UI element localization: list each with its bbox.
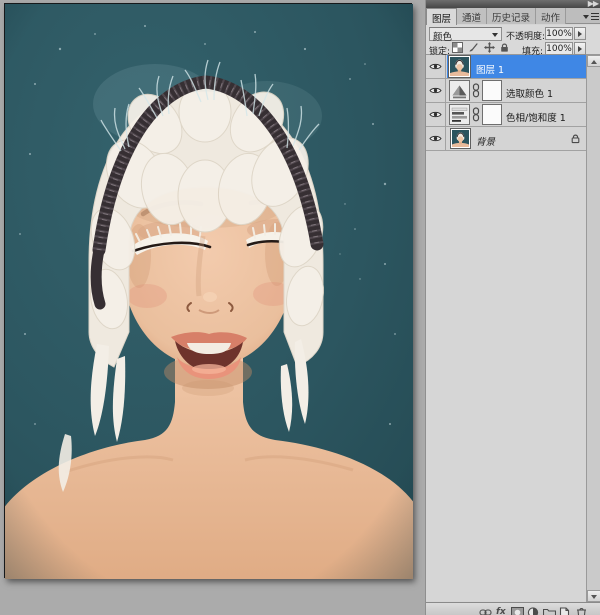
- lock-buttons: [452, 42, 513, 54]
- panel-group-header[interactable]: ▶▶: [426, 0, 600, 8]
- background-lock-icon: [571, 133, 580, 144]
- fill-value[interactable]: 100%: [545, 42, 573, 55]
- canvas-pasteboard: [0, 0, 425, 615]
- layer-name[interactable]: 色相/饱和度 1: [506, 110, 566, 124]
- new-adjustment-layer-icon[interactable]: [527, 607, 540, 615]
- link-mask-icon[interactable]: [472, 107, 480, 122]
- link-mask-icon[interactable]: [472, 83, 480, 98]
- tab-layers[interactable]: 图层: [426, 8, 457, 25]
- delete-layer-icon[interactable]: [576, 607, 589, 615]
- visibility-toggle[interactable]: [426, 55, 446, 78]
- visibility-toggle[interactable]: [426, 127, 446, 150]
- lock-all-icon[interactable]: [500, 42, 512, 53]
- chevron-down-icon: [492, 33, 498, 37]
- link-layers-icon[interactable]: [479, 607, 492, 615]
- new-layer-icon[interactable]: [559, 607, 572, 615]
- lock-position-icon[interactable]: [484, 42, 496, 53]
- eye-icon: [429, 62, 442, 71]
- visibility-toggle[interactable]: [426, 103, 446, 126]
- eye-icon: [429, 110, 442, 119]
- photo-document[interactable]: [4, 3, 412, 578]
- add-layer-mask-icon[interactable]: [511, 607, 524, 615]
- eye-icon: [429, 134, 442, 143]
- layer-row-hue-saturation[interactable]: 色相/饱和度 1: [426, 103, 586, 127]
- layer-name[interactable]: 背景: [476, 134, 495, 148]
- scroll-down-icon[interactable]: [587, 590, 600, 602]
- selective-color-icon[interactable]: [449, 80, 470, 101]
- layer-thumbnail[interactable]: [449, 56, 470, 77]
- portrait-photo: [5, 4, 413, 579]
- opacity-stepper[interactable]: [574, 27, 586, 40]
- opacity-label: 不透明度:: [506, 29, 545, 42]
- lock-transparent-pixels-icon[interactable]: [452, 42, 464, 53]
- tab-actions[interactable]: 动作: [536, 8, 566, 24]
- layer-controls: 颜色 不透明度: 100% 锁定: 填充: 100%: [426, 25, 600, 55]
- collapse-to-icons-icon[interactable]: ▶▶: [588, 1, 598, 7]
- new-group-icon[interactable]: [543, 607, 556, 615]
- eye-icon: [429, 86, 442, 95]
- menu-arrow-icon: [583, 15, 589, 19]
- panel-tabbar: 图层 通道 历史记录 动作: [426, 8, 600, 24]
- scroll-up-icon[interactable]: [587, 55, 600, 67]
- layer-name[interactable]: 图层 1: [476, 62, 504, 76]
- tab-channels[interactable]: 通道: [457, 8, 487, 24]
- layers-scrollbar[interactable]: [586, 55, 600, 602]
- opacity-value[interactable]: 100%: [545, 27, 573, 40]
- blend-mode-select[interactable]: 颜色: [429, 27, 502, 41]
- fill-stepper[interactable]: [574, 42, 586, 55]
- panel-menu-icon[interactable]: [583, 11, 599, 22]
- layer-row-layer1[interactable]: 图层 1: [426, 55, 586, 79]
- layers-panel: ▶▶ 图层 通道 历史记录 动作 颜色 不透明度: 100% 锁定:: [425, 0, 600, 615]
- layer-row-background[interactable]: 背景: [426, 127, 586, 151]
- layer-mask-thumbnail[interactable]: [482, 104, 502, 125]
- blend-mode-value: 颜色: [433, 32, 452, 43]
- layer-row-selective-color[interactable]: 选取颜色 1: [426, 79, 586, 103]
- lock-image-pixels-icon[interactable]: [468, 42, 480, 53]
- layer-list: 图层 1 选取颜色 1: [426, 55, 586, 151]
- layer-mask-thumbnail[interactable]: [482, 80, 502, 101]
- menu-bars-icon: [591, 13, 599, 20]
- hue-saturation-icon[interactable]: [449, 104, 470, 125]
- tab-history[interactable]: 历史记录: [487, 8, 536, 24]
- layer-thumbnail[interactable]: [451, 129, 470, 148]
- panel-bottom-bar: fx: [426, 602, 600, 615]
- visibility-toggle[interactable]: [426, 79, 446, 102]
- layer-list-empty-area: [426, 151, 586, 601]
- layer-style-fx-icon[interactable]: fx: [496, 607, 509, 615]
- layer-name[interactable]: 选取颜色 1: [506, 86, 553, 100]
